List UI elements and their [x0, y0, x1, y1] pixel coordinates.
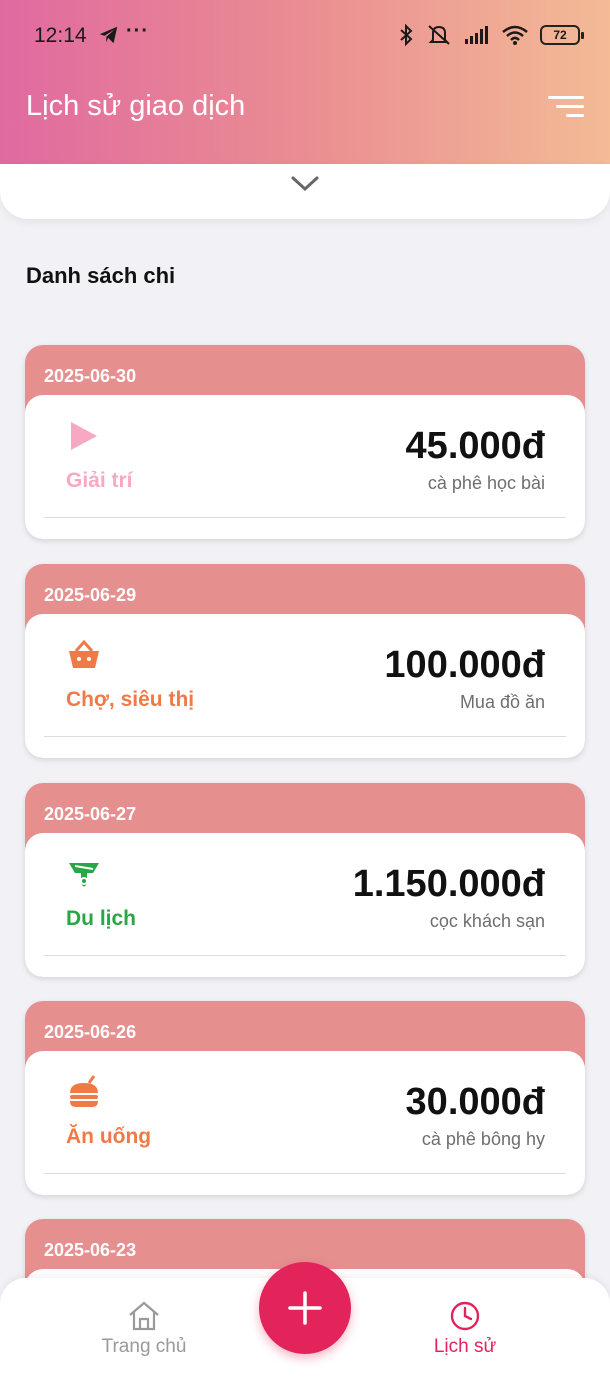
- filter-panel-toggle[interactable]: [0, 164, 610, 219]
- chevron-down-icon: [291, 176, 319, 192]
- transaction-amount: 100.000đ: [384, 644, 545, 686]
- clock-icon: [450, 1301, 480, 1331]
- transaction-card[interactable]: 2025-06-27 Du lịch 1.150.000đ cọc khách …: [25, 783, 585, 977]
- category-label: Ăn uống: [66, 1125, 152, 1148]
- divider: [44, 517, 566, 518]
- nav-home[interactable]: Trang chủ: [74, 1300, 214, 1358]
- transaction-note: cà phê bông hy: [421, 1129, 545, 1149]
- nav-home-label: Trang chủ: [101, 1336, 187, 1357]
- divider: [44, 955, 566, 956]
- category-label: Chợ, siêu thị: [66, 688, 195, 711]
- play-icon: [71, 422, 97, 450]
- more-notifications-icon: ···: [126, 20, 149, 42]
- transaction-card[interactable]: 2025-06-29 Chợ, siêu thị 100.000đ Mua đồ…: [25, 564, 585, 758]
- app-header: 12:14 ··· 72 Lịch sử giao dịch: [0, 0, 610, 164]
- transaction-card[interactable]: 2025-06-26 Ăn uống 30.000đ cà phê bông h…: [25, 1001, 585, 1195]
- plus-icon: [288, 1291, 322, 1325]
- category-label: Giải trí: [66, 469, 133, 492]
- status-icons: 72: [398, 22, 584, 48]
- category-label: Du lịch: [66, 907, 137, 930]
- filter-button[interactable]: [548, 94, 584, 120]
- transaction-date: 2025-06-23: [44, 1240, 137, 1260]
- transaction-body: Giải trí 45.000đ cà phê học bài: [25, 395, 585, 539]
- travel-icon: [69, 863, 99, 887]
- transaction-date: 2025-06-27: [44, 804, 137, 824]
- transaction-date: 2025-06-29: [44, 585, 137, 605]
- nav-history-label: Lịch sử: [433, 1336, 497, 1357]
- transaction-body: Ăn uống 30.000đ cà phê bông hy: [25, 1051, 585, 1195]
- transaction-body: Du lịch 1.150.000đ cọc khách sạn: [25, 833, 585, 977]
- food-icon: [70, 1075, 98, 1107]
- transaction-card[interactable]: 2025-06-30 Giải trí 45.000đ cà phê học b…: [25, 345, 585, 539]
- wifi-icon: [502, 25, 528, 45]
- transaction-amount: 30.000đ: [405, 1081, 545, 1123]
- divider: [44, 736, 566, 737]
- transaction-date: 2025-06-26: [44, 1022, 137, 1042]
- status-bar: 12:14 ··· 72: [0, 0, 610, 72]
- transaction-body: Chợ, siêu thị 100.000đ Mua đồ ăn: [25, 614, 585, 758]
- battery-icon: 72: [540, 25, 584, 45]
- transaction-amount: 1.150.000đ: [352, 863, 545, 905]
- silent-icon: [428, 25, 450, 45]
- home-icon: [129, 1301, 159, 1331]
- transaction-note: cọc khách sạn: [429, 911, 545, 931]
- nav-history[interactable]: Lịch sử: [395, 1300, 535, 1358]
- section-title: Danh sách chi: [26, 263, 176, 288]
- transaction-note: Mua đồ ăn: [459, 692, 545, 712]
- transaction-amount: 45.000đ: [405, 425, 545, 467]
- filter-icon: [548, 96, 584, 99]
- divider: [44, 1173, 566, 1174]
- telegram-icon: [99, 26, 118, 44]
- page-title: Lịch sử giao dịch: [26, 90, 246, 122]
- transaction-note: cà phê học bài: [427, 473, 545, 493]
- add-transaction-button[interactable]: [259, 1262, 351, 1354]
- bluetooth-icon: [400, 23, 413, 47]
- status-time: 12:14: [34, 24, 87, 47]
- transaction-date: 2025-06-30: [44, 366, 137, 386]
- basket-icon: [69, 639, 99, 668]
- signal-icon: [465, 26, 488, 44]
